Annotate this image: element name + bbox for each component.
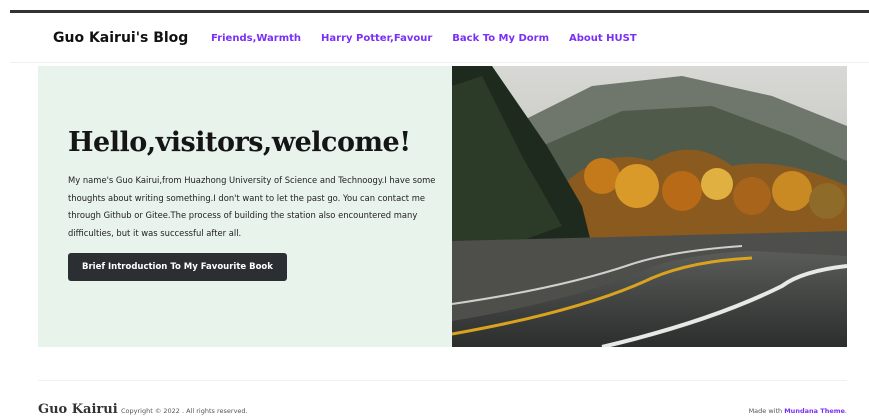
footer-copyright: Copyright © 2022 . All rights reserved.: [121, 407, 248, 415]
autumn-road-illustration: [452, 66, 847, 347]
made-with-label: Made with: [748, 407, 783, 415]
hero-title: Hello,visitors,welcome!: [68, 127, 411, 158]
nav-link-about-hust[interactable]: About HUST: [569, 33, 637, 44]
hero-section: Hello,visitors,welcome! My name's Guo Ka…: [38, 66, 847, 347]
favourite-book-button[interactable]: Brief Introduction To My Favourite Book: [68, 253, 287, 281]
brand-link[interactable]: Guo Kairui's Blog: [53, 30, 188, 46]
credit-suffix: .: [844, 407, 847, 415]
footer-divider: [38, 380, 847, 381]
nav-links: Friends,Warmth Harry Potter,Favour Back …: [211, 33, 637, 44]
hero-description: My name's Guo Kairui,from Huazhong Unive…: [68, 175, 436, 238]
footer-credit: Made with Mundana Theme.: [749, 407, 847, 415]
hero-text: Hello,visitors,welcome! My name's Guo Ka…: [68, 127, 453, 281]
navbar: Guo Kairui's Blog Friends,Warmth Harry P…: [10, 13, 869, 63]
autumn-road-photo: [452, 66, 847, 347]
nav-link-friends[interactable]: Friends,Warmth: [211, 33, 301, 44]
nav-link-harry-potter[interactable]: Harry Potter,Favour: [321, 33, 432, 44]
theme-link[interactable]: Mundana Theme: [784, 407, 845, 415]
nav-link-dorm[interactable]: Back To My Dorm: [452, 33, 549, 44]
footer-brand: Guo Kairui: [38, 402, 118, 417]
